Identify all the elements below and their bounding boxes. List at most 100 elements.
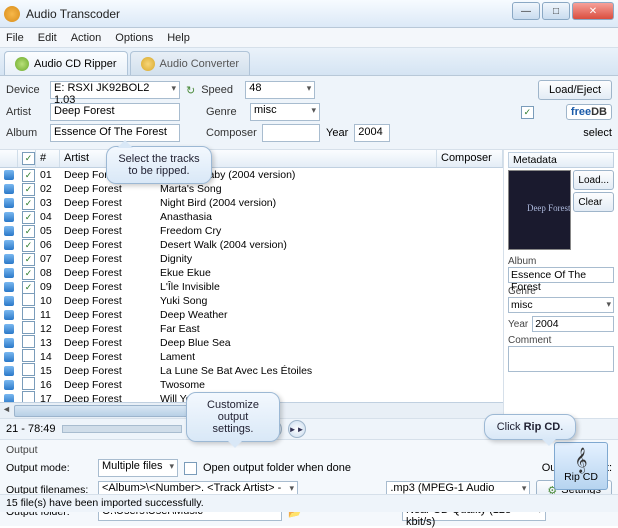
track-number: 04 [36, 211, 60, 223]
minimize-button[interactable]: — [512, 2, 540, 20]
clear-cover-button[interactable]: Clear [573, 192, 614, 212]
note-icon [4, 170, 14, 180]
track-title: Yuki Song [156, 295, 437, 307]
tab-cd-ripper[interactable]: Audio CD Ripper [4, 51, 128, 75]
table-row[interactable]: 13Deep ForestDeep Blue Sea [0, 336, 503, 350]
note-icon [4, 240, 14, 250]
menu-file[interactable]: File [6, 32, 24, 44]
track-artist: Deep Forest [60, 379, 156, 391]
track-body[interactable]: ✓01Deep ForestSweet Lullaby (2004 versio… [0, 168, 503, 402]
table-row[interactable]: ✓06Deep ForestDesert Walk (2004 version) [0, 238, 503, 252]
menu-action[interactable]: Action [71, 32, 102, 44]
track-checkbox[interactable] [22, 321, 35, 334]
meta-year-label: Year [508, 319, 528, 330]
composer-field[interactable] [262, 124, 320, 142]
menu-help[interactable]: Help [167, 32, 190, 44]
track-header: ✓ # Artist Title Composer [0, 150, 503, 168]
table-row[interactable]: ✓01Deep ForestSweet Lullaby (2004 versio… [0, 168, 503, 182]
table-row[interactable]: ✓05Deep ForestFreedom Cry [0, 224, 503, 238]
track-checkbox[interactable]: ✓ [22, 239, 35, 252]
meta-genre-select[interactable]: misc [508, 297, 614, 313]
note-icon [4, 338, 14, 348]
device-select[interactable]: E: RSXI JK92BOL2 1.03 [50, 81, 180, 99]
select-all-checkbox[interactable]: ✓ [22, 152, 35, 165]
menu-options[interactable]: Options [115, 32, 153, 44]
meta-year-field[interactable]: 2004 [532, 316, 614, 332]
maximize-button[interactable]: □ [542, 2, 570, 20]
track-checkbox[interactable] [22, 349, 35, 362]
track-checkbox[interactable]: ✓ [22, 281, 35, 294]
track-number: 06 [36, 239, 60, 251]
track-artist: Deep Forest [60, 239, 156, 251]
close-button[interactable]: ✕ [572, 2, 614, 20]
table-row[interactable]: ✓04Deep ForestAnasthasia [0, 210, 503, 224]
load-eject-button[interactable]: Load/Eject [538, 80, 612, 100]
select-label: select [583, 127, 612, 139]
track-checkbox[interactable] [22, 391, 35, 402]
track-checkbox[interactable]: ✓ [22, 225, 35, 238]
track-checkbox[interactable] [22, 293, 35, 306]
output-panel: Output Output mode: Multiple files Open … [0, 440, 618, 526]
meta-album-field[interactable]: Essence Of The Forest [508, 267, 614, 283]
track-title: Marta's Song [156, 183, 437, 195]
track-checkbox[interactable]: ✓ [22, 267, 35, 280]
track-list: ✓ # Artist Title Composer ✓01Deep Forest… [0, 150, 504, 418]
table-row[interactable]: 11Deep ForestDeep Weather [0, 308, 503, 322]
track-checkbox[interactable]: ✓ [22, 197, 35, 210]
track-title: Ekue Ekue [156, 267, 437, 279]
meta-comment-field[interactable] [508, 346, 614, 372]
rip-cd-button[interactable]: 𝄞 Rip CD [554, 442, 608, 490]
track-checkbox[interactable] [22, 307, 35, 320]
album-field[interactable]: Essence Of The Forest [50, 124, 180, 142]
note-icon [4, 282, 14, 292]
table-row[interactable]: ✓07Deep ForestDignity [0, 252, 503, 266]
table-row[interactable]: 14Deep ForestLament [0, 350, 503, 364]
table-row[interactable]: ✓08Deep ForestEkue Ekue [0, 266, 503, 280]
track-artist: Deep Forest [60, 267, 156, 279]
album-cover [508, 170, 571, 250]
open-folder-checkbox[interactable] [184, 462, 197, 475]
track-number: 12 [36, 323, 60, 335]
meta-album-label: Album [508, 256, 614, 267]
table-row[interactable]: 15Deep ForestLa Lune Se Bat Avec Les Éto… [0, 364, 503, 378]
note-icon [4, 352, 14, 362]
table-row[interactable]: ✓09Deep ForestL'Île Invisible [0, 280, 503, 294]
col-number[interactable]: # [36, 150, 60, 167]
year-field[interactable]: 2004 [354, 124, 390, 142]
track-artist: Deep Forest [60, 393, 156, 402]
track-checkbox[interactable]: ✓ [22, 253, 35, 266]
track-title: L'Île Invisible [156, 281, 437, 293]
menu-edit[interactable]: Edit [38, 32, 57, 44]
track-checkbox[interactable]: ✓ [22, 211, 35, 224]
next-button[interactable]: ►► [288, 420, 306, 438]
player-time: 21 - 78:49 [6, 423, 56, 435]
table-row[interactable]: ✓02Deep ForestMarta's Song [0, 182, 503, 196]
table-row[interactable]: 10Deep ForestYuki Song [0, 294, 503, 308]
progress-bar[interactable] [62, 425, 182, 433]
table-row[interactable]: 12Deep ForestFar East [0, 322, 503, 336]
track-number: 15 [36, 365, 60, 377]
note-icon [4, 184, 14, 194]
artist-label: Artist [6, 106, 44, 118]
table-row[interactable]: ✓03Deep ForestNight Bird (2004 version) [0, 196, 503, 210]
table-row[interactable]: 16Deep ForestTwosome [0, 378, 503, 392]
load-cover-button[interactable]: Load... [573, 170, 614, 190]
refresh-icon[interactable] [186, 84, 195, 97]
output-mode-select[interactable]: Multiple files [98, 459, 178, 477]
track-checkbox[interactable] [22, 335, 35, 348]
col-composer[interactable]: Composer [437, 150, 503, 167]
track-title: Lament [156, 351, 437, 363]
track-checkbox[interactable] [22, 377, 35, 390]
track-number: 03 [36, 197, 60, 209]
album-label: Album [6, 127, 44, 139]
genre-select[interactable]: misc [250, 103, 320, 121]
speed-select[interactable]: 48 [245, 81, 315, 99]
track-checkbox[interactable]: ✓ [22, 169, 35, 182]
select-checkbox[interactable]: ✓ [521, 106, 534, 119]
track-checkbox[interactable] [22, 363, 35, 376]
tab-audio-converter[interactable]: Audio Converter [130, 51, 251, 75]
meta-comment-label: Comment [508, 335, 614, 346]
track-checkbox[interactable]: ✓ [22, 183, 35, 196]
track-number: 14 [36, 351, 60, 363]
freedb-button[interactable]: freeDB [566, 104, 612, 120]
